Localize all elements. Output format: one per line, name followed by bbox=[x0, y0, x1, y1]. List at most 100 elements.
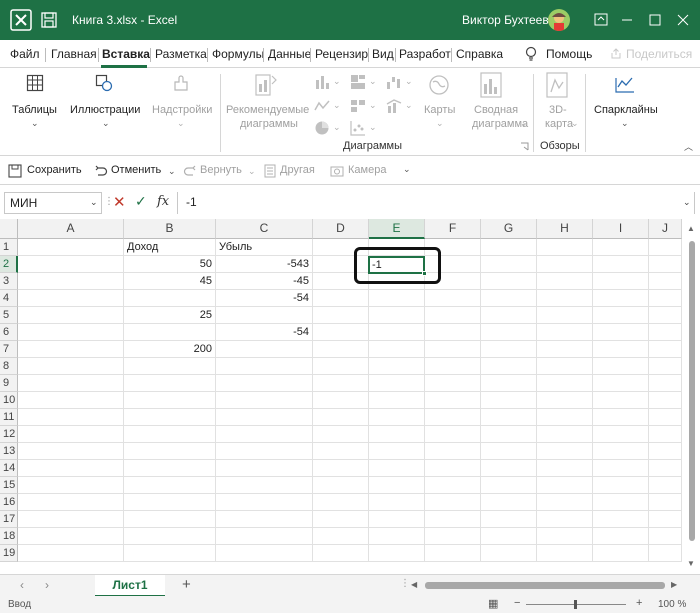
column-header[interactable]: J bbox=[649, 219, 682, 239]
row-header[interactable]: 3 bbox=[0, 273, 18, 290]
grid-cell[interactable] bbox=[313, 545, 369, 562]
grid-cell[interactable] bbox=[649, 290, 682, 307]
grid-cell[interactable] bbox=[369, 460, 425, 477]
row-header[interactable]: 5 bbox=[0, 307, 18, 324]
grid-cell[interactable] bbox=[216, 392, 313, 409]
row-header[interactable]: 6 bbox=[0, 324, 18, 341]
grid-cell[interactable] bbox=[18, 528, 124, 545]
grid-cell[interactable] bbox=[593, 443, 649, 460]
column-header[interactable]: I bbox=[593, 219, 649, 239]
grid-cell[interactable] bbox=[425, 358, 481, 375]
grid-cell[interactable] bbox=[537, 307, 593, 324]
select-all-corner[interactable] bbox=[0, 219, 18, 239]
grid-cell[interactable] bbox=[124, 477, 216, 494]
column-header[interactable]: H bbox=[537, 219, 593, 239]
grid-cell[interactable] bbox=[593, 256, 649, 273]
tables-button[interactable]: Таблицы bbox=[12, 104, 57, 116]
grid-cell[interactable] bbox=[216, 460, 313, 477]
grid-cell[interactable] bbox=[369, 409, 425, 426]
grid-cell[interactable] bbox=[537, 341, 593, 358]
undo-icon[interactable] bbox=[94, 164, 108, 178]
grid-cell[interactable] bbox=[481, 392, 537, 409]
grid-cell[interactable] bbox=[313, 477, 369, 494]
minimize-icon[interactable] bbox=[612, 6, 642, 34]
grid-cell[interactable] bbox=[18, 477, 124, 494]
grid-cell[interactable] bbox=[18, 307, 124, 324]
grid-cell[interactable] bbox=[369, 426, 425, 443]
grid-cell[interactable] bbox=[313, 511, 369, 528]
grid-cell[interactable] bbox=[649, 511, 682, 528]
grid-cell[interactable] bbox=[124, 511, 216, 528]
map3d-label-1[interactable]: 3D- bbox=[549, 104, 567, 116]
normal-view-icon[interactable]: ▦ bbox=[488, 597, 498, 610]
row-header[interactable]: 13 bbox=[0, 443, 18, 460]
grid-cell[interactable] bbox=[369, 477, 425, 494]
pivot-chart-icon[interactable] bbox=[480, 72, 502, 98]
grid-cell[interactable] bbox=[649, 358, 682, 375]
recommended-charts-icon[interactable] bbox=[254, 72, 278, 98]
grid-cell[interactable] bbox=[313, 443, 369, 460]
grid-cell[interactable] bbox=[649, 239, 682, 256]
grid-cell[interactable] bbox=[593, 273, 649, 290]
grid-cell[interactable] bbox=[593, 358, 649, 375]
grid-cell[interactable] bbox=[124, 426, 216, 443]
camera-icon[interactable] bbox=[330, 164, 344, 178]
grid-cell[interactable] bbox=[481, 324, 537, 341]
grid-cell[interactable] bbox=[124, 392, 216, 409]
expand-formula-icon[interactable]: ⌄ bbox=[683, 197, 691, 208]
grid-cell[interactable] bbox=[216, 528, 313, 545]
grid-cell[interactable] bbox=[18, 341, 124, 358]
grid-cell[interactable] bbox=[313, 358, 369, 375]
grid-cell[interactable] bbox=[649, 443, 682, 460]
grid-cell[interactable] bbox=[425, 375, 481, 392]
grid-cell[interactable] bbox=[481, 426, 537, 443]
zoom-in-icon[interactable]: + bbox=[636, 597, 642, 609]
grid-cell[interactable] bbox=[481, 511, 537, 528]
grid-cell[interactable] bbox=[593, 375, 649, 392]
pivot-chart-label-1[interactable]: Сводная bbox=[474, 104, 518, 116]
chevron-down-icon[interactable]: ⌄ bbox=[168, 166, 176, 177]
tab-home[interactable]: Главная bbox=[51, 47, 97, 61]
user-name[interactable]: Виктор Бухтеев bbox=[462, 13, 549, 27]
grid-cell[interactable] bbox=[18, 256, 124, 273]
grid-cell[interactable] bbox=[537, 460, 593, 477]
row-header[interactable]: 11 bbox=[0, 409, 18, 426]
row-header[interactable]: 8 bbox=[0, 358, 18, 375]
grid-cell[interactable] bbox=[649, 409, 682, 426]
grid-cell[interactable] bbox=[481, 477, 537, 494]
grid-cell[interactable] bbox=[481, 341, 537, 358]
grid-cell[interactable] bbox=[537, 273, 593, 290]
grid-cell[interactable] bbox=[425, 443, 481, 460]
grid-cell[interactable] bbox=[18, 392, 124, 409]
row-header[interactable]: 10 bbox=[0, 392, 18, 409]
grid-cell[interactable] bbox=[537, 290, 593, 307]
table-icon[interactable] bbox=[26, 74, 44, 92]
tab-formulas[interactable]: Формулы bbox=[212, 47, 264, 61]
zoom-slider-thumb[interactable] bbox=[574, 600, 577, 609]
chevron-down-icon[interactable]: ⌄ bbox=[90, 197, 98, 208]
tab-data[interactable]: Данные bbox=[268, 47, 311, 61]
tab-developer[interactable]: Разработ bbox=[399, 47, 451, 61]
grid-cell[interactable] bbox=[537, 528, 593, 545]
grid-cell[interactable] bbox=[537, 511, 593, 528]
column-header-selected[interactable]: E bbox=[369, 219, 425, 239]
grid-cell[interactable] bbox=[537, 324, 593, 341]
grid-cell[interactable] bbox=[481, 545, 537, 562]
name-box[interactable]: МИН bbox=[4, 192, 102, 214]
redo-icon[interactable] bbox=[183, 164, 197, 178]
grid-cell[interactable] bbox=[425, 460, 481, 477]
enter-icon[interactable]: ✓ bbox=[135, 193, 147, 210]
grid-cell[interactable] bbox=[216, 341, 313, 358]
scrollbar-thumb[interactable] bbox=[689, 241, 695, 541]
grid-cell[interactable] bbox=[537, 375, 593, 392]
save-icon[interactable] bbox=[8, 164, 22, 178]
vertical-scrollbar[interactable]: ▲ ▼ bbox=[682, 219, 700, 574]
grid-cell[interactable] bbox=[313, 324, 369, 341]
grid-cell[interactable] bbox=[537, 358, 593, 375]
grid-cell[interactable] bbox=[18, 375, 124, 392]
grid-cell[interactable] bbox=[537, 409, 593, 426]
grid-cell[interactable] bbox=[313, 460, 369, 477]
grid-cell[interactable] bbox=[425, 545, 481, 562]
addins-icon[interactable] bbox=[172, 74, 190, 92]
grid-cell[interactable] bbox=[481, 409, 537, 426]
